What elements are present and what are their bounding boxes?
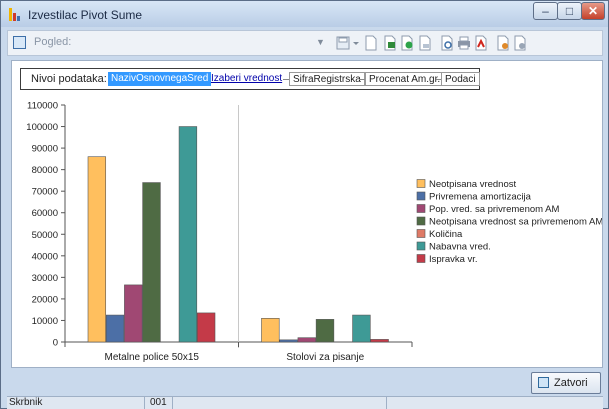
legend-swatch — [416, 216, 426, 226]
bar — [370, 339, 389, 343]
status-bar: Skrbnik 001 — [7, 396, 603, 409]
export-excel-icon[interactable] — [383, 35, 397, 51]
options-document-icon[interactable] — [513, 35, 527, 51]
save-icon[interactable] — [336, 35, 350, 51]
pivot-chart: 0 10000 20000 30000 40000 50000 60000 70000 8000… — [26, 101, 602, 364]
legend-label: Neotpisana vrednost sa privremenom AM — [429, 217, 602, 228]
app-icon — [9, 8, 20, 21]
bar — [352, 314, 371, 343]
bar — [178, 126, 198, 343]
legend-swatch — [416, 241, 426, 251]
bar — [297, 337, 316, 343]
pdf-export-icon[interactable] — [474, 35, 488, 51]
y-tick-label: 50000 — [32, 230, 58, 241]
y-tick-label: 70000 — [32, 187, 58, 198]
title-bar: Izvestilac Pivot Sume – □ ✕ — [1, 1, 608, 27]
close-button-icon — [538, 377, 549, 388]
minimize-button[interactable]: – — [533, 2, 558, 20]
maximize-button[interactable]: □ — [557, 2, 582, 20]
legend-label: Količina — [429, 229, 463, 240]
bar — [261, 318, 280, 343]
view-dropdown-icon[interactable]: ▼ — [316, 37, 325, 47]
print-icon[interactable] — [457, 35, 471, 51]
pivot-content: Nivoi podataka: NazivOsnovnegaSred Izabe… — [11, 60, 603, 368]
main-window: Izvestilac Pivot Sume – □ ✕ Pogled: ▼ Ni… — [0, 0, 609, 409]
close-button[interactable]: Zatvori — [531, 372, 601, 394]
y-tick-label: 80000 — [32, 165, 58, 176]
data-levels-label: Nivoi podataka: — [31, 73, 107, 85]
view-label: Pogled: — [34, 36, 72, 48]
close-button-label: Zatvori — [554, 377, 588, 389]
status-code: 001 — [145, 397, 173, 409]
document-edit-icon[interactable] — [418, 35, 432, 51]
legend-swatch — [416, 229, 426, 238]
legend-label: Nabavna vred. — [429, 242, 491, 253]
level-item-sifra[interactable]: SifraRegistrska — [289, 72, 365, 86]
legend-label: Pop. vred. sa privremenom AM — [429, 204, 559, 215]
y-tick-label: 110000 — [27, 101, 58, 112]
y-tick-label: 60000 — [32, 208, 58, 219]
bar — [124, 284, 143, 343]
y-tick-label: 0 — [53, 338, 58, 349]
minimize-icon: – — [542, 4, 549, 18]
y-tick-label: 20000 — [32, 294, 58, 305]
legend-label: Neotpisana vrednost — [429, 179, 516, 190]
y-tick-label: 40000 — [32, 251, 58, 262]
y-tick-label: 90000 — [32, 144, 58, 155]
status-user: Skrbnik — [7, 397, 145, 409]
level-item-procenat[interactable]: Procenat Am.gr. — [365, 72, 445, 86]
new-document-icon[interactable] — [364, 35, 378, 51]
y-tick-label: 30000 — [32, 273, 58, 284]
legend-label: Ispravka vr. — [429, 254, 478, 265]
legend-swatch — [416, 254, 426, 263]
level-item-podaci[interactable]: Podaci — [441, 72, 480, 86]
legend-swatch — [416, 179, 426, 188]
status-panel — [387, 397, 603, 409]
toolbar: Pogled: ▼ — [7, 30, 603, 56]
bar — [142, 182, 161, 343]
bar — [279, 339, 298, 343]
legend-swatch — [416, 204, 426, 213]
maximize-icon: □ — [565, 4, 574, 18]
x-tick-label: Stolovi za pisanje — [286, 352, 364, 363]
legend-swatch — [416, 191, 426, 201]
legend-label: Privremena amortizacija — [429, 192, 532, 203]
status-panel — [173, 397, 387, 409]
close-window-button[interactable]: ✕ — [581, 2, 605, 20]
x-tick-label: Metalne police 50x15 — [104, 352, 199, 363]
close-icon: ✕ — [587, 4, 599, 18]
print-preview-icon[interactable] — [440, 35, 454, 51]
level-item-izaberi[interactable]: Izaberi vrednost — [208, 72, 285, 86]
view-icon — [13, 36, 26, 49]
level-item-naziv[interactable]: NazivOsnovnegaSred — [108, 72, 212, 86]
bar — [105, 314, 125, 343]
y-tick-label: 100000 — [26, 122, 58, 133]
bar — [87, 156, 107, 343]
refresh-icon[interactable] — [400, 35, 414, 51]
data-levels-bar: Nivoi podataka: NazivOsnovnegaSred Izabe… — [20, 68, 480, 90]
bar — [196, 312, 216, 343]
y-tick-label: 10000 — [32, 316, 58, 327]
window-title: Izvestilac Pivot Sume — [28, 8, 143, 22]
bar — [315, 319, 335, 343]
settings-document-icon[interactable] — [496, 35, 510, 51]
